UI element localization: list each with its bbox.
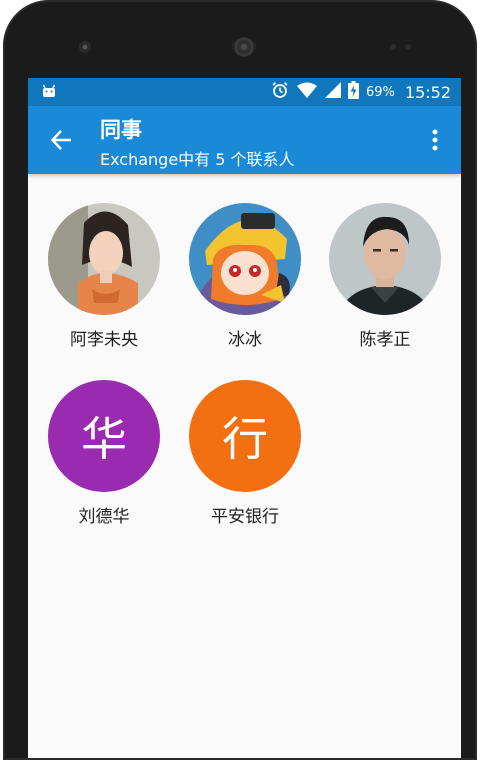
overflow-menu-icon bbox=[432, 129, 438, 151]
contact-item[interactable]: 陈孝正 bbox=[315, 203, 455, 350]
contact-item[interactable]: 华 刘德华 bbox=[34, 380, 174, 527]
contact-photo bbox=[189, 203, 301, 315]
clock: 15:52 bbox=[404, 82, 451, 102]
contact-name: 平安银行 bbox=[211, 507, 279, 527]
letter-avatar: 行 bbox=[189, 380, 301, 492]
status-bar: 69% 15:52 bbox=[28, 78, 461, 106]
contact-photo bbox=[48, 203, 160, 315]
contact-item[interactable]: 阿李未央 bbox=[34, 203, 174, 350]
contact-photo bbox=[329, 203, 441, 315]
contact-item[interactable]: 行 平安银行 bbox=[175, 380, 315, 527]
earpiece-speaker bbox=[232, 37, 256, 57]
page-subtitle: Exchange中有 5 个联系人 bbox=[100, 150, 295, 169]
page-title: 同事 bbox=[100, 118, 142, 142]
phone-frame: 69% 15:52 同事 Exchange中有 5 个联系人 阿李未央 冰冰 陈… bbox=[3, 0, 477, 760]
overflow-menu-button[interactable] bbox=[423, 126, 447, 154]
proximity-sensor bbox=[390, 44, 396, 50]
battery-charging-icon bbox=[347, 81, 359, 103]
contact-name: 刘德华 bbox=[78, 507, 130, 527]
back-button[interactable] bbox=[48, 126, 76, 154]
battery-percent: 69% bbox=[365, 84, 395, 100]
front-camera bbox=[79, 41, 91, 53]
wifi-icon bbox=[296, 82, 318, 102]
contact-name: 陈孝正 bbox=[359, 330, 411, 350]
app-bar: 同事 Exchange中有 5 个联系人 bbox=[28, 106, 461, 174]
android-icon bbox=[42, 84, 56, 102]
light-sensor bbox=[405, 44, 411, 50]
cell-signal-icon bbox=[324, 82, 341, 102]
contact-name: 冰冰 bbox=[228, 330, 262, 350]
back-arrow-icon bbox=[50, 130, 71, 150]
screen: 69% 15:52 同事 Exchange中有 5 个联系人 阿李未央 冰冰 陈… bbox=[28, 78, 461, 758]
contact-name: 阿李未央 bbox=[70, 330, 138, 350]
letter-avatar: 华 bbox=[48, 380, 160, 492]
contact-item[interactable]: 冰冰 bbox=[175, 203, 315, 350]
alarm-icon bbox=[271, 81, 289, 103]
